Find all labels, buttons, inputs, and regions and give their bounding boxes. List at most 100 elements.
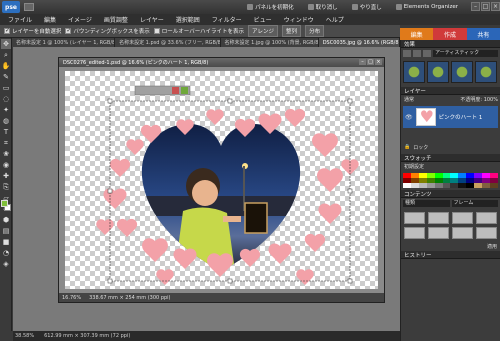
swatch[interactable] bbox=[474, 183, 483, 188]
swatch-grid[interactable] bbox=[401, 171, 500, 190]
transparent-canvas[interactable] bbox=[65, 71, 378, 289]
swatch[interactable] bbox=[482, 183, 491, 188]
menu-image[interactable]: イメージ bbox=[62, 15, 98, 24]
transform-handle[interactable] bbox=[107, 98, 113, 104]
swatch[interactable] bbox=[442, 183, 451, 188]
transform-handle[interactable] bbox=[227, 98, 233, 104]
effects-panel-header[interactable]: 効果 bbox=[401, 40, 500, 48]
marquee-tool-icon[interactable]: ▭ bbox=[1, 83, 11, 93]
effects-category-select[interactable]: アーティスティック bbox=[433, 50, 498, 57]
blur-tool-icon[interactable]: ◔ bbox=[1, 248, 11, 258]
effect-thumbnail[interactable] bbox=[403, 61, 425, 83]
opacity-field[interactable]: 不透明度: 100% bbox=[460, 96, 498, 103]
workspace-switch-icon[interactable] bbox=[24, 3, 34, 11]
tab-edit[interactable]: 編集 bbox=[400, 28, 434, 40]
swatch-preset-select[interactable]: 初期設定 bbox=[404, 163, 424, 170]
menu-edit[interactable]: 編集 bbox=[38, 15, 62, 24]
blend-mode-select[interactable]: 通常 bbox=[404, 96, 414, 103]
frame-thumbnail[interactable] bbox=[476, 227, 497, 239]
photo-composition[interactable] bbox=[65, 71, 378, 289]
minimize-icon[interactable]: – bbox=[471, 2, 480, 11]
menu-layer[interactable]: レイヤー bbox=[134, 15, 170, 24]
doc-zoom[interactable]: 16.76% bbox=[62, 295, 81, 301]
document-title-bar[interactable]: DSC0276_edited-1.psd @ 16.6% (ピンクのハート 1,… bbox=[59, 58, 384, 67]
doc-minimize-icon[interactable]: – bbox=[359, 59, 366, 65]
move-tool-icon[interactable]: ✥ bbox=[1, 39, 11, 49]
sponge-tool-icon[interactable]: ◈ bbox=[1, 259, 11, 269]
undo-button[interactable]: 取り消し bbox=[303, 1, 343, 12]
redo-button[interactable]: やり直し bbox=[347, 1, 387, 12]
cookie-cutter-icon[interactable]: ❀ bbox=[1, 149, 11, 159]
frame-thumbnail[interactable] bbox=[428, 212, 449, 224]
gradient-tool-icon[interactable]: ▤ bbox=[1, 226, 11, 236]
content-category-select[interactable]: フレーム bbox=[451, 200, 498, 207]
tab-share[interactable]: 共有 bbox=[466, 28, 500, 40]
menu-help[interactable]: ヘルプ bbox=[320, 15, 350, 24]
arrange-button[interactable]: アレンジ bbox=[248, 25, 279, 37]
effect-thumbnail[interactable] bbox=[475, 61, 497, 83]
transform-handle[interactable] bbox=[347, 98, 353, 104]
menu-select[interactable]: 選択範囲 bbox=[170, 15, 206, 24]
eyedropper-tool-icon[interactable]: ✎ bbox=[1, 72, 11, 82]
canvas-area[interactable] bbox=[59, 67, 384, 294]
tab-create[interactable]: 作成 bbox=[433, 28, 467, 40]
distribute-button[interactable]: 分布 bbox=[305, 25, 325, 37]
crop-tool-icon[interactable]: ⌗ bbox=[1, 138, 11, 148]
layers-panel-header[interactable]: レイヤー bbox=[401, 87, 500, 95]
doc-tab[interactable]: 名称未設定 1.jpg @ 100% (背景, RGB/8) bbox=[220, 38, 319, 47]
cancel-icon[interactable] bbox=[172, 87, 179, 94]
swatch[interactable] bbox=[403, 183, 411, 188]
content-type-select[interactable]: 種類 bbox=[403, 200, 450, 207]
menu-filter[interactable]: フィルター bbox=[206, 15, 248, 24]
lasso-tool-icon[interactable]: ◌ bbox=[1, 94, 11, 104]
auto-select-checkbox[interactable]: レイヤーを自動選択 bbox=[4, 27, 61, 35]
healing-brush-icon[interactable]: ✚ bbox=[1, 171, 11, 181]
swatches-panel-header[interactable]: スウォッチ bbox=[401, 154, 500, 162]
frame-thumbnail[interactable] bbox=[404, 212, 425, 224]
transform-handle[interactable] bbox=[107, 188, 113, 194]
frame-thumbnail[interactable] bbox=[476, 212, 497, 224]
doc-tab[interactable]: 名称未設定 1 @ 100% (レイヤー 1, RGB/8) bbox=[12, 38, 116, 47]
content-panel-header[interactable]: コンテンツ bbox=[401, 190, 500, 198]
frame-thumbnail[interactable] bbox=[452, 212, 473, 224]
effect-thumbnail[interactable] bbox=[451, 61, 473, 83]
styles-icon[interactable] bbox=[413, 50, 421, 57]
frame-thumbnail[interactable] bbox=[404, 227, 425, 239]
redeye-tool-icon[interactable]: ◉ bbox=[1, 160, 11, 170]
swatch[interactable] bbox=[426, 183, 435, 188]
transform-handle[interactable] bbox=[227, 278, 233, 284]
menu-file[interactable]: ファイル bbox=[2, 15, 38, 24]
foreground-color[interactable] bbox=[1, 200, 8, 207]
doc-tab[interactable]: 名称未設定 1.psd @ 33.6% (フリー, RGB/8) bbox=[115, 38, 221, 47]
swatch[interactable] bbox=[410, 183, 419, 188]
doc-close-icon[interactable]: × bbox=[375, 59, 382, 65]
transform-handle[interactable] bbox=[347, 188, 353, 194]
lock-icon[interactable]: 🔒 bbox=[404, 144, 410, 150]
show-bbox-checkbox[interactable]: バウンディングボックスを表示 bbox=[65, 27, 150, 35]
shape-tool-icon[interactable]: ■ bbox=[1, 237, 11, 247]
photo-effects-icon[interactable] bbox=[423, 50, 431, 57]
paint-bucket-icon[interactable]: ⬢ bbox=[1, 215, 11, 225]
menu-view[interactable]: ビュー bbox=[248, 15, 278, 24]
swatch[interactable] bbox=[458, 183, 467, 188]
reset-panels-button[interactable]: パネルを初期化 bbox=[242, 1, 299, 12]
frame-thumbnail[interactable] bbox=[452, 227, 473, 239]
filters-icon[interactable] bbox=[403, 50, 411, 57]
swatch[interactable] bbox=[434, 183, 443, 188]
rollover-checkbox[interactable]: ロールオーバーハイライトを表示 bbox=[153, 27, 244, 35]
eye-icon[interactable]: 👁 bbox=[405, 114, 413, 121]
apply-button[interactable]: 適用 bbox=[487, 243, 497, 250]
doc-tab-active[interactable]: DSC0035.jpg @ 16.6% (RGB/8) bbox=[318, 38, 401, 47]
swatch[interactable] bbox=[418, 183, 427, 188]
hand-tool-icon[interactable]: ✋ bbox=[1, 61, 11, 71]
commit-check-icon[interactable] bbox=[181, 87, 188, 94]
close-icon[interactable]: × bbox=[491, 2, 500, 11]
swatch[interactable] bbox=[466, 183, 475, 188]
transform-handle[interactable] bbox=[107, 278, 113, 284]
history-panel-header[interactable]: ヒストリー bbox=[401, 251, 500, 259]
align-button[interactable]: 整列 bbox=[282, 25, 302, 37]
clone-stamp-icon[interactable]: ⎘ bbox=[1, 182, 11, 192]
organizer-button[interactable]: Elements Organizer bbox=[391, 1, 463, 12]
selection-brush-icon[interactable]: ◍ bbox=[1, 116, 11, 126]
transform-handle[interactable] bbox=[347, 278, 353, 284]
